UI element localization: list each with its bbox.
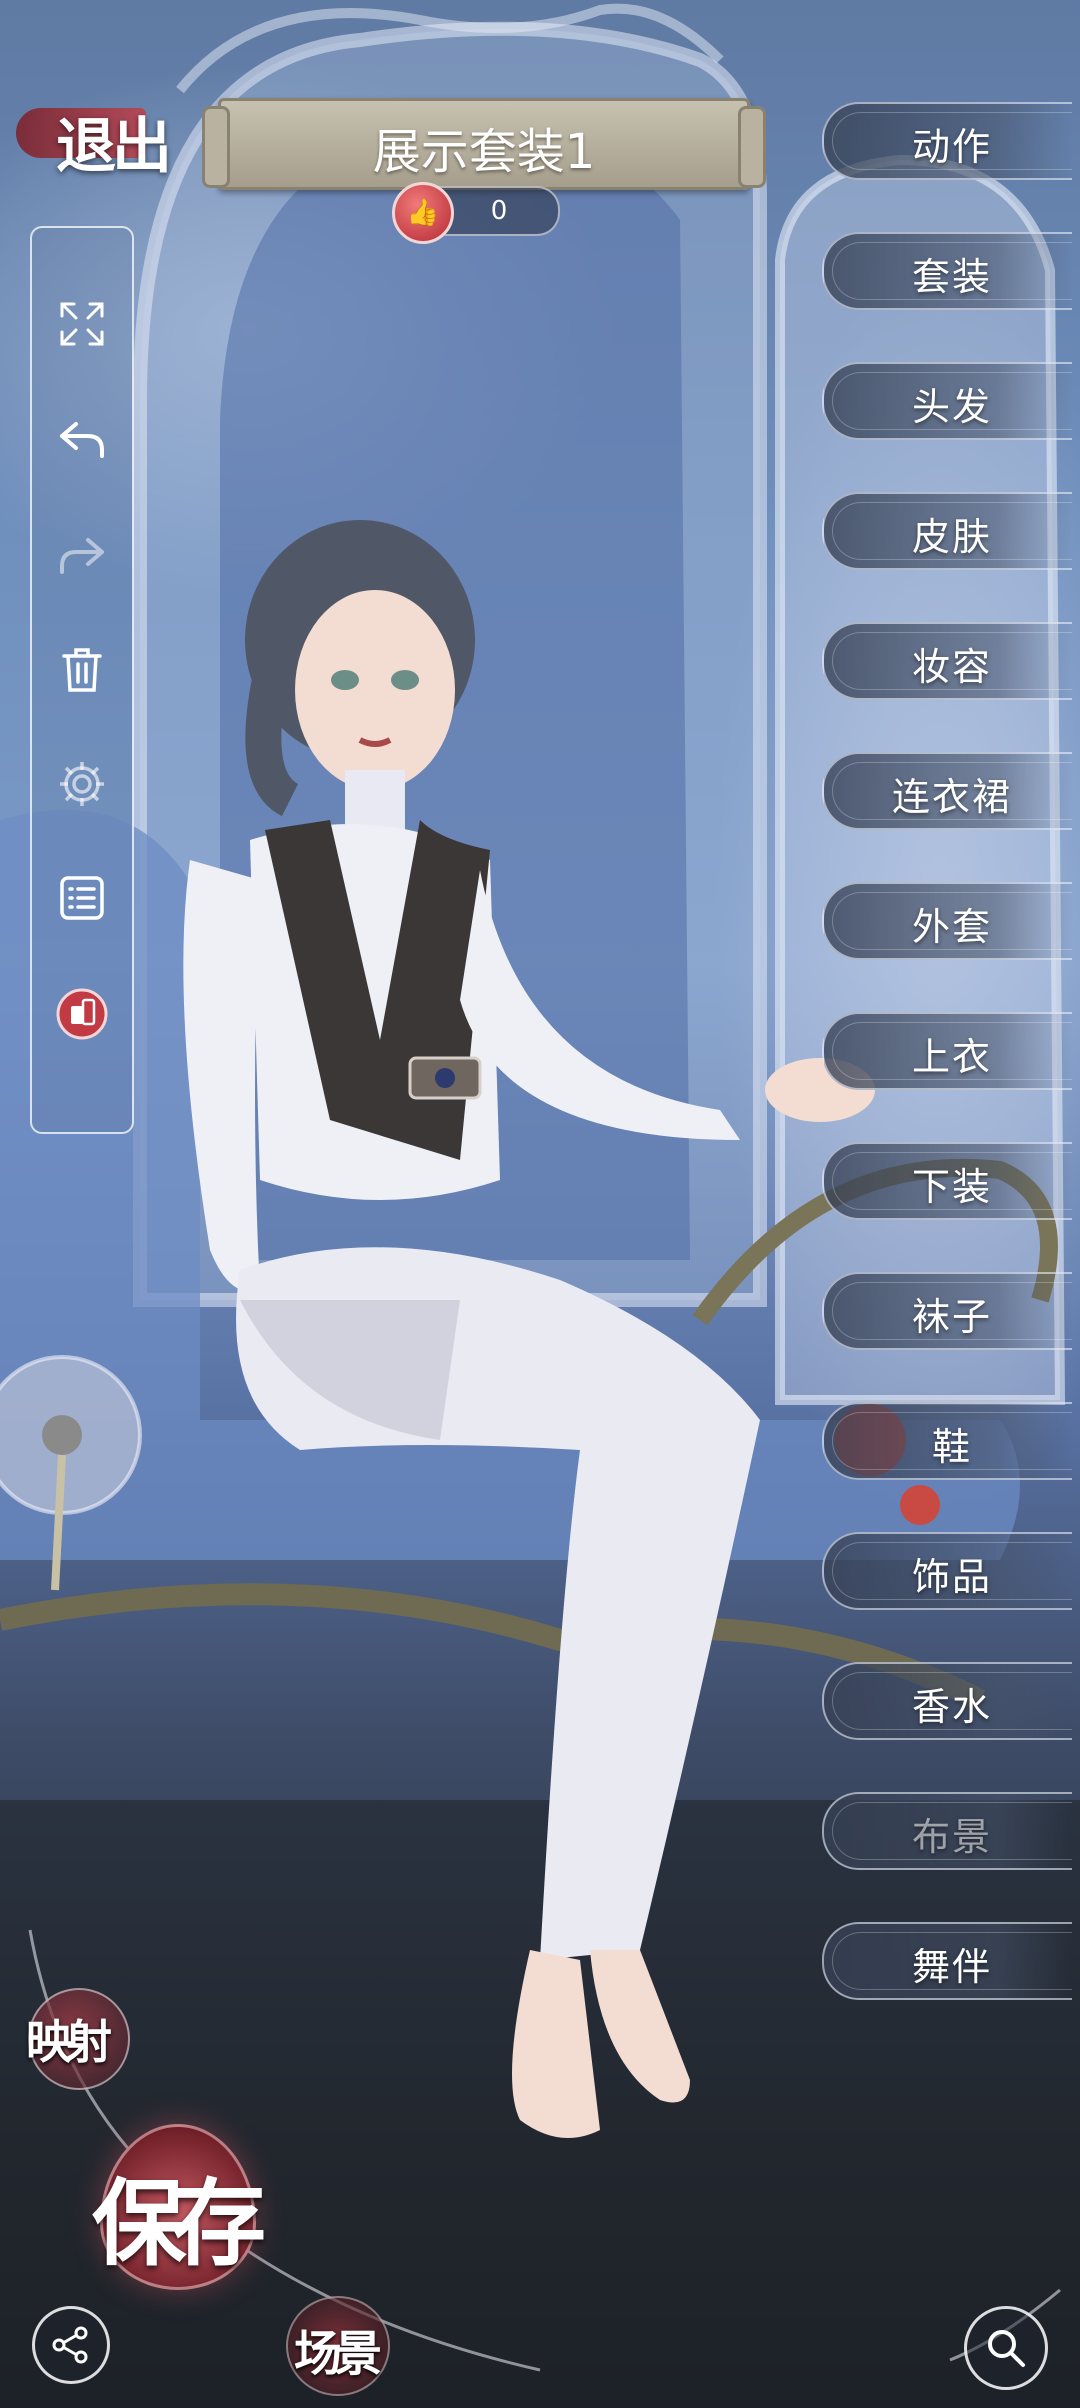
menu-item-pose[interactable]: 动作 xyxy=(822,102,1072,180)
menu-item-label: 鞋 xyxy=(931,1425,972,1469)
menu-item-accessories[interactable]: 饰品 xyxy=(822,1532,1072,1610)
menu-item-hair[interactable]: 头发 xyxy=(822,362,1072,440)
save-label: 保存 xyxy=(92,2169,266,2279)
menu-item-coat[interactable]: 外套 xyxy=(822,882,1072,960)
undo-button[interactable] xyxy=(52,408,112,468)
menu-item-label: 香水 xyxy=(911,1685,992,1729)
gear-icon xyxy=(60,762,104,806)
reflect-label: 映射 xyxy=(26,2015,112,2069)
menu-item-label: 外套 xyxy=(911,905,992,949)
menu-item-label: 连衣裙 xyxy=(891,775,1012,819)
menu-item-backdrop[interactable]: 布景 xyxy=(822,1792,1072,1870)
menu-item-label: 套装 xyxy=(911,255,992,299)
search-icon xyxy=(988,2330,1025,2367)
scene-button[interactable]: 场景 xyxy=(286,2296,390,2396)
menu-item-label: 动作 xyxy=(911,125,992,169)
exit-button[interactable]: 退出 xyxy=(10,92,180,182)
menu-item-skin[interactable]: 皮肤 xyxy=(822,492,1072,570)
menu-item-label: 舞伴 xyxy=(911,1945,992,1989)
menu-item-makeup[interactable]: 妆容 xyxy=(822,622,1072,700)
like-counter[interactable]: 👍 0 xyxy=(392,182,560,244)
outfit-title: 展示套装1 xyxy=(372,124,596,180)
menu-item-shoes[interactable]: 鞋 xyxy=(822,1402,1072,1480)
delete-button[interactable] xyxy=(52,640,112,700)
menu-item-outfit[interactable]: 套装 xyxy=(822,232,1072,310)
reflect-button[interactable]: 映射 xyxy=(26,1988,130,2090)
fullscreen-button[interactable] xyxy=(52,294,112,354)
menu-item-partner[interactable]: 舞伴 xyxy=(822,1922,1072,2000)
undo-icon xyxy=(60,422,104,458)
menu-item-dress[interactable]: 连衣裙 xyxy=(822,752,1072,830)
redo-icon xyxy=(60,538,104,574)
outfit-title-banner: 展示套装1 xyxy=(202,98,766,190)
menu-item-perfume[interactable]: 香水 xyxy=(822,1662,1072,1740)
settings-button[interactable] xyxy=(52,754,112,814)
phone-mode-button[interactable] xyxy=(52,984,112,1044)
share-icon xyxy=(52,2326,88,2364)
menu-item-label: 妆容 xyxy=(911,645,992,689)
phone-toggle-icon xyxy=(56,988,108,1040)
left-toolbar xyxy=(30,226,134,1134)
menu-item-label: 皮肤 xyxy=(911,515,992,559)
like-count: 0 xyxy=(490,196,508,226)
menu-item-top[interactable]: 上衣 xyxy=(822,1012,1072,1090)
trash-icon xyxy=(62,648,102,692)
menu-item-socks[interactable]: 袜子 xyxy=(822,1272,1072,1350)
list-icon xyxy=(60,876,104,920)
menu-item-label: 头发 xyxy=(911,385,992,429)
menu-item-bottom[interactable]: 下装 xyxy=(822,1142,1072,1220)
search-button[interactable] xyxy=(964,2306,1048,2390)
save-button[interactable]: 保存 xyxy=(92,2118,266,2298)
menu-item-label: 下装 xyxy=(911,1165,992,1209)
menu-item-label: 饰品 xyxy=(911,1555,992,1599)
fullscreen-icon xyxy=(60,302,104,346)
list-button[interactable] xyxy=(52,868,112,928)
exit-label: 退出 xyxy=(56,112,172,182)
share-button[interactable] xyxy=(32,2306,110,2384)
redo-button[interactable] xyxy=(52,524,112,584)
thumbs-up-icon[interactable]: 👍 xyxy=(392,182,454,244)
menu-item-label: 上衣 xyxy=(911,1035,992,1079)
scene-label: 场景 xyxy=(294,2326,382,2382)
menu-item-label: 袜子 xyxy=(911,1295,992,1339)
menu-item-label: 布景 xyxy=(911,1815,992,1859)
